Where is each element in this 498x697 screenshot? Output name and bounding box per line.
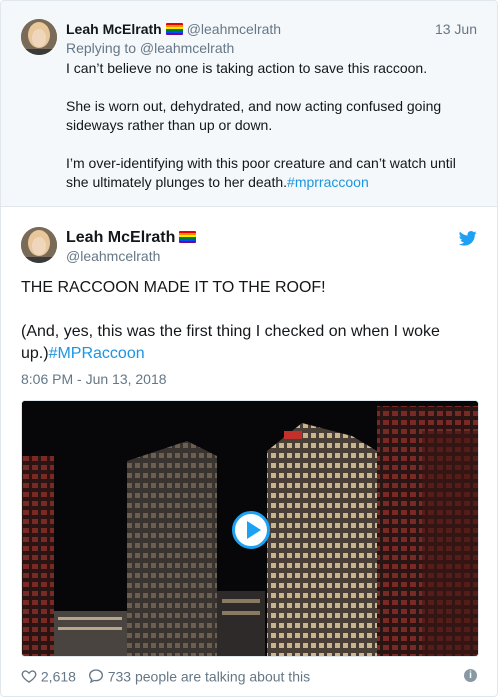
- tweet-paragraph-text: I’m over-identifying with this poor crea…: [66, 155, 456, 190]
- tweet-paragraph: (And, yes, this was the first thing I ch…: [21, 321, 481, 365]
- video-player[interactable]: [21, 400, 479, 657]
- heart-icon[interactable]: [21, 668, 37, 684]
- play-icon[interactable]: [232, 511, 270, 549]
- speech-bubble-icon[interactable]: [88, 668, 104, 684]
- author-handle[interactable]: @leahmcelrath: [66, 248, 160, 264]
- tweet-actions: 2,618 733 people are talking about this: [21, 667, 310, 684]
- parent-author: Leah McElrath @leahmcelrath: [66, 21, 281, 37]
- tweet-paragraph: She is worn out, dehydrated, and now act…: [66, 98, 442, 133]
- tweet-date[interactable]: 13 Jun: [435, 21, 477, 37]
- tweet-text: I can’t believe no one is taking action …: [66, 59, 466, 211]
- author-name[interactable]: Leah McElrath: [66, 21, 162, 37]
- twitter-bird-icon[interactable]: [459, 231, 477, 246]
- tweet-timestamp[interactable]: 8:06 PM - Jun 13, 2018: [21, 371, 167, 387]
- hashtag-link[interactable]: #MPRaccoon: [49, 345, 145, 362]
- author-name[interactable]: Leah McElrath: [66, 229, 197, 247]
- rainbow-flag-icon: [179, 231, 197, 243]
- replying-to[interactable]: Replying to @leahmcelrath: [66, 40, 234, 56]
- tweet-paragraph: I’m over-identifying with this poor crea…: [66, 154, 466, 192]
- tweet-paragraph: I can’t believe no one is taking action …: [66, 60, 428, 76]
- author-name-text: Leah McElrath: [66, 229, 176, 246]
- info-icon[interactable]: i: [464, 669, 477, 682]
- hashtag-link[interactable]: #mprraccoon: [287, 174, 369, 190]
- talking-count[interactable]: 733 people are talking about this: [108, 668, 310, 684]
- avatar[interactable]: [21, 19, 57, 55]
- tweet-paragraph: THE RACCOON MADE IT TO THE ROOF!: [21, 279, 326, 296]
- parent-tweet[interactable]: Leah McElrath @leahmcelrath 13 Jun Replyi…: [1, 1, 497, 207]
- rainbow-flag-icon: [165, 23, 183, 35]
- author-handle[interactable]: @leahmcelrath: [187, 21, 281, 37]
- like-count[interactable]: 2,618: [41, 668, 76, 684]
- avatar[interactable]: [21, 227, 57, 263]
- tweet-embed: Leah McElrath @leahmcelrath 13 Jun Replyi…: [0, 0, 498, 697]
